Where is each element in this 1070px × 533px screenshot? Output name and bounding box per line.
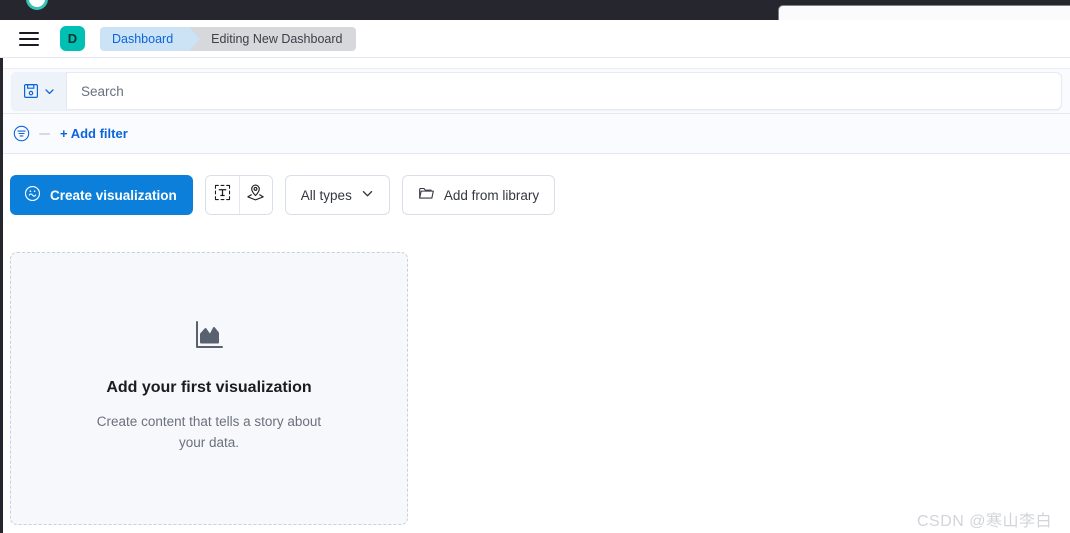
browser-logo-icon (26, 0, 48, 10)
breadcrumb: Dashboard Editing New Dashboard (100, 26, 357, 51)
lens-visualize-icon (24, 185, 41, 205)
text-markdown-icon (213, 183, 232, 207)
chevron-down-icon (361, 187, 374, 203)
search-field-wrapper (11, 72, 1062, 110)
watermark-text: CSDN @寒山李白 (916, 513, 1052, 530)
all-types-dropdown[interactable]: All types (284, 175, 390, 215)
query-bar (3, 68, 1070, 114)
saved-query-button[interactable] (11, 72, 67, 110)
browser-address-bar[interactable] (778, 5, 1070, 20)
add-from-library-button[interactable]: Add from library (401, 175, 556, 215)
hamburger-menu-icon[interactable] (19, 31, 39, 46)
filter-circle-icon[interactable] (13, 125, 30, 142)
application-window: D Dashboard Editing New Dashboard Search… (0, 20, 1070, 533)
add-filter-button[interactable]: + Add filter (60, 126, 128, 141)
create-visualization-button[interactable]: Create visualization (10, 175, 193, 215)
space-avatar[interactable]: D (60, 26, 85, 51)
empty-dashboard-panel[interactable]: Add your first visualization Create cont… (10, 252, 408, 525)
filter-separator-dash (39, 132, 50, 135)
breadcrumb-item-dashboard[interactable]: Dashboard (100, 26, 201, 51)
maps-layers-icon (246, 183, 265, 207)
filter-bar: + Add filter (3, 114, 1070, 154)
all-types-label: All types (300, 187, 352, 203)
empty-state-title: Add your first visualization (106, 379, 312, 396)
search-input[interactable] (67, 83, 1062, 99)
folder-open-icon (418, 185, 435, 205)
chevron-down-icon (44, 86, 55, 97)
add-from-library-label: Add from library (443, 187, 540, 203)
quick-add-panel-group (204, 175, 273, 215)
area-chart-icon (192, 318, 226, 357)
app-header-bar: D Dashboard Editing New Dashboard (0, 20, 1070, 58)
dashboard-toolbar: Create visualization All types Add from … (10, 175, 556, 215)
browser-chrome-bar (0, 0, 1070, 20)
empty-state-description: Create content that tells a story about … (96, 414, 322, 450)
breadcrumb-item-current: Editing New Dashboard (189, 26, 357, 51)
add-map-panel-button[interactable] (238, 176, 272, 214)
add-text-panel-button[interactable] (205, 176, 239, 214)
create-visualization-label: Create visualization (50, 187, 177, 203)
save-disk-icon (23, 83, 39, 99)
